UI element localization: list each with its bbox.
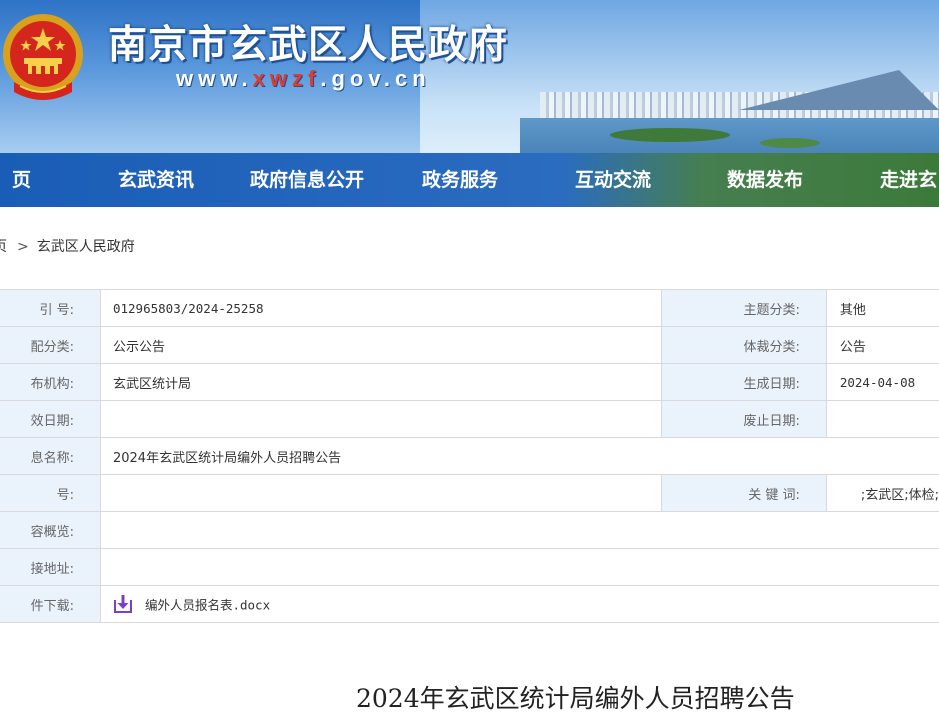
site-url-prefix: www. — [176, 66, 253, 91]
link-address-label: 接地址: — [0, 548, 101, 586]
attachment-file-link[interactable]: 编外人员报名表.docx — [145, 598, 270, 613]
banner-island — [760, 138, 820, 148]
table-row: 号: 关 键 词: ;玄武区;体检; — [0, 474, 939, 512]
table-row: 息名称: 2024年玄武区统计局编外人员招聘公告 — [0, 437, 939, 475]
index-number-value: 012965803/2024-25258 — [99, 289, 662, 327]
banner-mountain — [739, 70, 939, 110]
nav-item-home[interactable]: 页 — [12, 153, 31, 207]
attachment-download-cell: 编外人员报名表.docx — [99, 585, 939, 623]
content-overview-label: 容概览: — [0, 511, 101, 549]
site-title: 南京市玄武区人民政府 — [108, 22, 509, 68]
info-name-value: 2024年玄武区统计局编外人员招聘公告 — [99, 437, 939, 475]
breadcrumb-separator: > — [17, 239, 29, 255]
effective-date-value — [99, 400, 662, 438]
table-row: 布机构: 玄武区统计局 生成日期: 2024-04-08 — [0, 363, 939, 401]
publisher-label: 布机构: — [0, 363, 101, 401]
genre-category-label: 体裁分类: — [660, 326, 827, 364]
assigned-category-label: 配分类: — [0, 326, 101, 364]
effective-date-label: 效日期: — [0, 400, 101, 438]
breadcrumb: 页 > 玄武区人民政府 — [0, 236, 135, 256]
site-url-accent: xwzf — [252, 66, 321, 91]
document-title: 2024年玄武区统计局编外人员招聘公告 — [356, 684, 795, 713]
main-nav: 页 玄武资讯 政府信息公开 政务服务 互动交流 数据发布 走进玄 — [0, 153, 939, 207]
info-table: 引 号: 012965803/2024-25258 主题分类: 其他 配分类: … — [0, 289, 939, 623]
banner-island — [610, 128, 730, 142]
table-row: 效日期: 废止日期: — [0, 400, 939, 438]
table-row: 配分类: 公示公告 体裁分类: 公告 — [0, 326, 939, 364]
nav-item-gov-info-disclosure[interactable]: 政府信息公开 — [250, 153, 364, 207]
info-name-label: 息名称: — [0, 437, 101, 475]
nav-item-data-release[interactable]: 数据发布 — [727, 153, 803, 207]
document-number-label: 号: — [0, 474, 101, 512]
table-row: 引 号: 012965803/2024-25258 主题分类: 其他 — [0, 289, 939, 327]
site-url[interactable]: www.xwzf.gov.cn — [176, 66, 431, 92]
expiry-date-label: 废止日期: — [660, 400, 827, 438]
header-banner: 南京市玄武区人民政府 www.xwzf.gov.cn — [0, 0, 939, 153]
table-row: 接地址: — [0, 548, 939, 586]
content-overview-value — [99, 511, 939, 549]
nav-item-xuanwu-news[interactable]: 玄武资讯 — [118, 153, 194, 207]
table-row: 容概览: — [0, 511, 939, 549]
breadcrumb-current[interactable]: 玄武区人民政府 — [37, 239, 135, 255]
link-address-value — [99, 548, 939, 586]
created-date-label: 生成日期: — [660, 363, 827, 401]
attachment-download-label: 件下载: — [0, 585, 101, 623]
table-row: 件下载: 编外人员报名表.docx — [0, 585, 939, 623]
publisher-value: 玄武区统计局 — [99, 363, 662, 401]
keywords-value: ;玄武区;体检; — [825, 474, 939, 512]
nav-item-about-xuanwu[interactable]: 走进玄 — [880, 153, 937, 207]
breadcrumb-home[interactable]: 页 — [0, 239, 7, 255]
download-icon[interactable] — [113, 594, 133, 614]
genre-category-value: 公告 — [825, 326, 939, 364]
expiry-date-value — [825, 400, 939, 438]
created-date-value: 2024-04-08 — [825, 363, 939, 401]
assigned-category-value: 公示公告 — [99, 326, 662, 364]
site-url-suffix: .gov.cn — [320, 66, 431, 91]
nav-item-interaction[interactable]: 互动交流 — [575, 153, 651, 207]
index-number-label: 引 号: — [0, 289, 101, 327]
nav-item-gov-services[interactable]: 政务服务 — [422, 153, 498, 207]
topic-category-value: 其他 — [825, 289, 939, 327]
keywords-label: 关 键 词: — [660, 474, 827, 512]
national-emblem-icon[interactable] — [0, 8, 86, 104]
document-number-value — [99, 474, 662, 512]
topic-category-label: 主题分类: — [660, 289, 827, 327]
